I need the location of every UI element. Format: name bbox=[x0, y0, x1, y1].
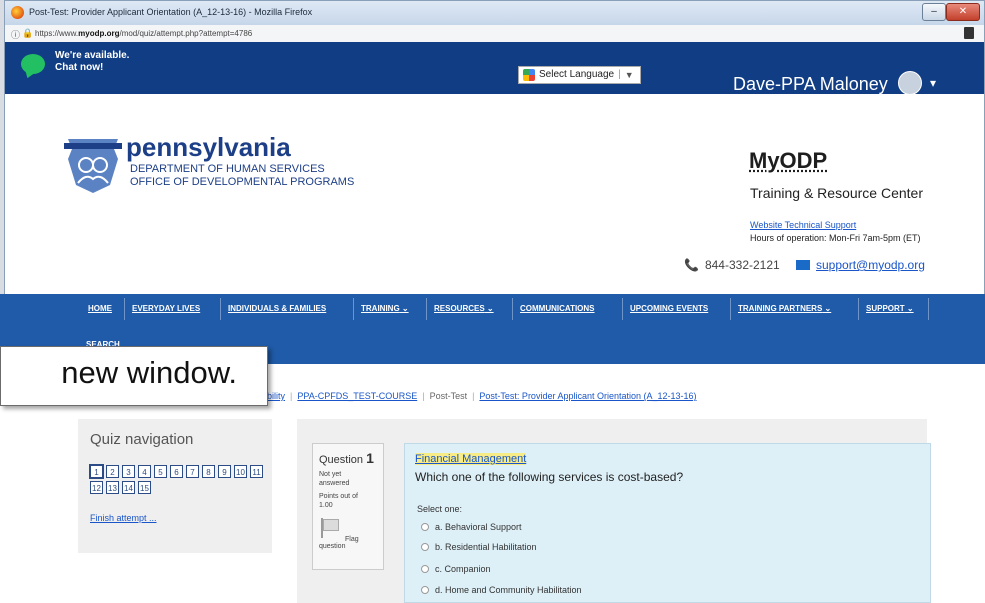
nav-upcoming-events[interactable]: UPCOMING EVENTS bbox=[630, 304, 708, 313]
tech-support-link[interactable]: Website Technical Support bbox=[750, 220, 856, 230]
chat-icon[interactable] bbox=[21, 54, 45, 74]
question-button[interactable]: 8 bbox=[202, 465, 215, 478]
phone: 📞 844-332-2121 bbox=[684, 258, 780, 272]
lock-icon: 🔒 bbox=[22, 28, 34, 38]
state-name: pennsylvania bbox=[126, 132, 291, 162]
breadcrumb-link-4[interactable]: Post-Test: Provider Applicant Orientatio… bbox=[479, 391, 696, 401]
chat-line-2[interactable]: Chat now! bbox=[55, 62, 103, 73]
finish-attempt-link[interactable]: Finish attempt ... bbox=[90, 513, 157, 523]
close-button[interactable]: ✕ bbox=[946, 3, 980, 21]
dropdown-arrow-icon: ▼ bbox=[624, 70, 634, 80]
question-number: Question 1 bbox=[319, 450, 374, 466]
radio-button[interactable] bbox=[421, 586, 429, 594]
avatar[interactable] bbox=[898, 71, 922, 95]
title-bar: Post-Test: Provider Applicant Orientatio… bbox=[5, 1, 984, 26]
question-button[interactable]: 1 bbox=[90, 465, 103, 478]
language-select[interactable]: Select Language | ▼ bbox=[518, 66, 641, 84]
select-one-label: Select one: bbox=[417, 504, 463, 514]
breadcrumb: ability | PPA-CPFDS_TEST-COURSE | Post-Test |… bbox=[262, 391, 697, 401]
email-link[interactable]: support@myodp.org bbox=[796, 258, 925, 272]
pa-keystone-logo[interactable] bbox=[64, 135, 122, 195]
dept-line-1: DEPARTMENT OF HUMAN SERVICES bbox=[130, 163, 325, 175]
mail-icon bbox=[796, 260, 810, 270]
flag-icon[interactable] bbox=[319, 518, 339, 538]
question-button[interactable]: 4 bbox=[138, 465, 151, 478]
question-info: Question 1 Not yet answered Points out of… bbox=[312, 443, 384, 570]
top-bar: We're available. Chat now! Select Langua… bbox=[5, 42, 984, 95]
question-button[interactable]: 7 bbox=[186, 465, 199, 478]
radio-button[interactable] bbox=[421, 543, 429, 551]
nav-training-partners[interactable]: TRAINING PARTNERS ⌄ bbox=[738, 304, 831, 313]
question-content: Financial Management Which one of the fo… bbox=[404, 443, 931, 603]
question-button[interactable]: 9 bbox=[218, 465, 231, 478]
window-title: Post-Test: Provider Applicant Orientatio… bbox=[29, 7, 313, 17]
answer-option[interactable]: c. Companion bbox=[421, 564, 491, 574]
question-status: Not yet answered bbox=[319, 471, 350, 487]
question-button[interactable]: 6 bbox=[170, 465, 183, 478]
flag-question-label[interactable]: Flag question bbox=[319, 536, 377, 550]
question-category[interactable]: Financial Management bbox=[415, 453, 527, 465]
nav-individuals-families[interactable]: INDIVIDUALS & FAMILIES bbox=[228, 304, 326, 313]
answer-option[interactable]: d. Home and Community Habilitation bbox=[421, 585, 582, 595]
nav-home[interactable]: HOME bbox=[88, 304, 112, 313]
nav-support[interactable]: SUPPORT ⌄ bbox=[866, 304, 914, 313]
user-menu-caret-icon[interactable]: ▾ bbox=[930, 76, 936, 90]
question-button[interactable]: 11 bbox=[250, 465, 263, 478]
question-button[interactable]: 13 bbox=[106, 481, 119, 494]
site-title[interactable]: MyODP bbox=[749, 148, 827, 174]
nav-communications[interactable]: COMMUNICATIONS bbox=[520, 304, 595, 313]
callout-text: new window. bbox=[61, 355, 237, 390]
question-text: Which one of the following services is c… bbox=[415, 470, 684, 484]
nav-everyday-lives[interactable]: EVERYDAY LIVES bbox=[132, 304, 200, 313]
radio-button[interactable] bbox=[421, 565, 429, 573]
user-name[interactable]: Dave-PPA Maloney bbox=[733, 74, 888, 95]
dept-line-2: OFFICE OF DEVELOPMENTAL PROGRAMS bbox=[130, 176, 355, 188]
hours-text: Hours of operation: Mon-Fri 7am-5pm (ET) bbox=[750, 233, 921, 243]
question-points: Points out of 1.00 bbox=[319, 493, 358, 509]
question-button[interactable]: 10 bbox=[234, 465, 247, 478]
reader-icon[interactable] bbox=[964, 27, 974, 39]
chat-line-1[interactable]: We're available. bbox=[55, 50, 129, 61]
callout-box: new window. bbox=[0, 346, 268, 406]
quiz-navigation-heading: Quiz navigation bbox=[90, 431, 194, 448]
question-button[interactable]: 3 bbox=[122, 465, 135, 478]
question-button[interactable]: 5 bbox=[154, 465, 167, 478]
firefox-icon bbox=[11, 6, 24, 19]
url-text[interactable]: https://www.myodp.org/mod/quiz/attempt.p… bbox=[35, 29, 252, 38]
phone-icon: 📞 bbox=[684, 258, 699, 272]
answer-option[interactable]: b. Residential Habilitation bbox=[421, 542, 537, 552]
breadcrumb-link-2[interactable]: PPA-CPFDS_TEST-COURSE bbox=[297, 391, 417, 401]
question-button[interactable]: 2 bbox=[106, 465, 119, 478]
info-icon[interactable]: ⓘ bbox=[11, 28, 20, 41]
nav-resources[interactable]: RESOURCES ⌄ bbox=[434, 304, 494, 313]
radio-button[interactable] bbox=[421, 523, 429, 531]
nav-training[interactable]: TRAINING ⌄ bbox=[361, 304, 409, 313]
question-button[interactable]: 12 bbox=[90, 481, 103, 494]
minimize-button[interactable]: – bbox=[922, 3, 946, 21]
language-label: Select Language bbox=[539, 69, 615, 80]
breadcrumb-current-section: Post-Test bbox=[429, 391, 468, 401]
google-translate-icon bbox=[523, 69, 535, 81]
question-button[interactable]: 15 bbox=[138, 481, 151, 494]
site-subtitle: Training & Resource Center bbox=[750, 185, 924, 201]
url-bar[interactable]: ⓘ 🔒 https://www.myodp.org/mod/quiz/attem… bbox=[5, 25, 984, 43]
question-buttons: 1 2 3 4 5 6 7 8 9 10 11 12 13 14 15 bbox=[90, 465, 268, 494]
answer-option[interactable]: a. Behavioral Support bbox=[421, 522, 522, 532]
question-button[interactable]: 14 bbox=[122, 481, 135, 494]
quiz-navigation-block: Quiz navigation 1 2 3 4 5 6 7 8 9 10 11 … bbox=[78, 419, 272, 553]
